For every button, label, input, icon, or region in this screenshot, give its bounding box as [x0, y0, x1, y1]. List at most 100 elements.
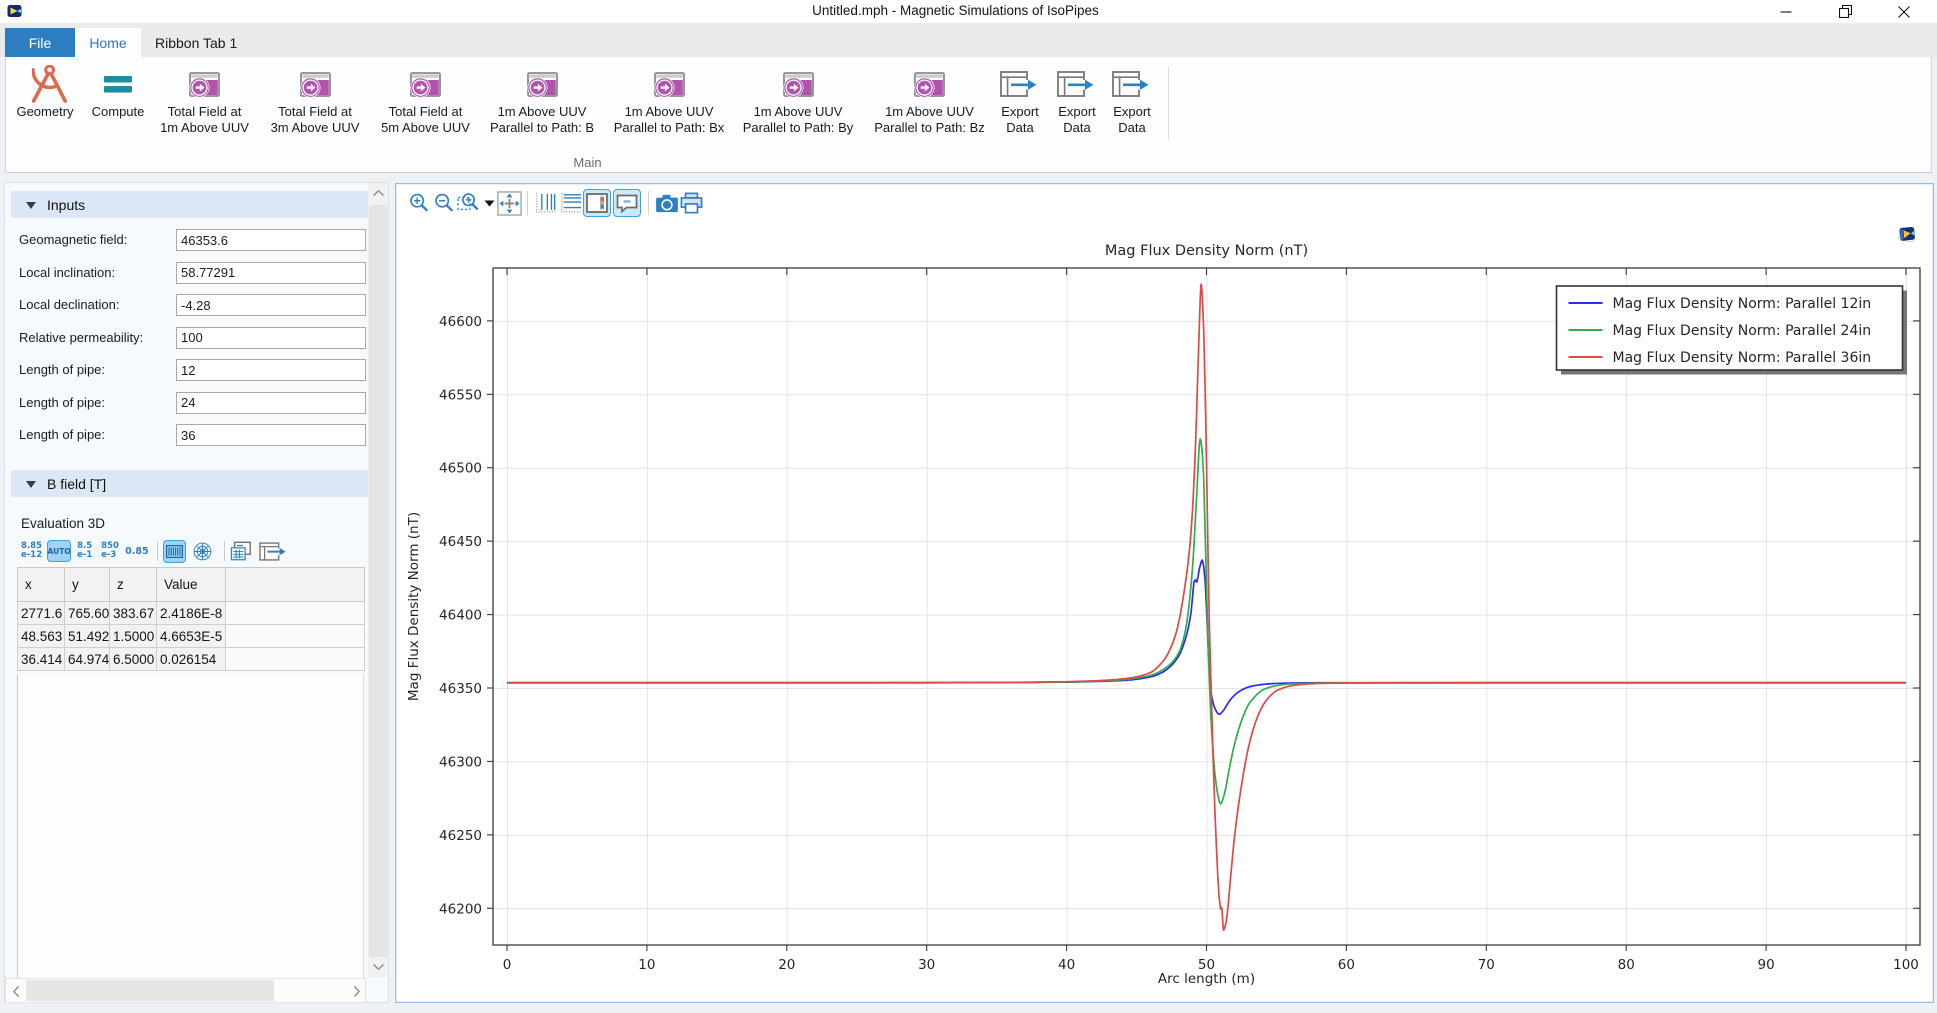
table-header-Value[interactable]: Value	[157, 568, 226, 602]
table-header-row: xyzValue	[18, 568, 365, 602]
evaluation-table: xyzValue 2771.6765.60383.672.4186E-848.5…	[17, 567, 365, 671]
field-input[interactable]	[176, 424, 366, 446]
zoom-extents-button[interactable]	[497, 189, 522, 217]
tab-home[interactable]: Home	[75, 28, 141, 57]
table-header-y[interactable]: y	[65, 568, 110, 602]
equals-icon	[103, 74, 133, 94]
chevron-down-icon	[373, 964, 384, 970]
table-cell	[226, 648, 365, 671]
precision-85e-1-button[interactable]: 8.5e-1	[77, 542, 96, 561]
table-cell: 36.414	[18, 648, 65, 671]
x-tick-label: 20	[778, 957, 795, 973]
collapse-triangle-icon	[26, 202, 36, 209]
zoom-out-button[interactable]	[431, 189, 456, 217]
plot-window-icon	[783, 72, 814, 97]
field-input[interactable]	[176, 294, 366, 316]
camera-icon	[655, 194, 679, 213]
legend-toggle-button[interactable]	[583, 189, 611, 217]
plot-window-icon	[410, 72, 441, 97]
table-row[interactable]: 2771.6765.60383.672.4186E-8	[18, 602, 365, 625]
scroll-right-arrow-icon[interactable]	[347, 979, 367, 1003]
table-row[interactable]: 36.41464.9746.50000.026154	[18, 648, 365, 671]
full-precision-button[interactable]	[163, 540, 186, 563]
export-data-icon	[1112, 71, 1152, 98]
button-label-line: Data	[1057, 120, 1207, 136]
x-tick-label: 60	[1338, 957, 1355, 973]
polar-grid-icon[interactable]	[193, 542, 212, 561]
toolbar-separator	[648, 191, 649, 215]
file-menu-button[interactable]: File	[5, 28, 75, 57]
print-button[interactable]	[679, 189, 704, 217]
dropdown-arrow-icon	[484, 200, 495, 207]
zoom-box-button[interactable]	[456, 189, 481, 217]
precision-850e-3-button[interactable]: 850e-3	[101, 542, 120, 561]
table-header-z[interactable]: z	[110, 568, 157, 602]
x-log-scale-button[interactable]	[533, 189, 558, 217]
button-label-line: Export	[1057, 104, 1207, 120]
scroll-up-arrow-icon[interactable]	[368, 183, 388, 203]
y-log-scale-button[interactable]	[558, 189, 583, 217]
copy-table-icon[interactable]	[230, 541, 252, 562]
table-row[interactable]: 48.56351.4921.50004.6653E-5	[18, 625, 365, 648]
scroll-down-arrow-icon[interactable]	[368, 957, 388, 977]
restore-button[interactable]	[1822, 0, 1868, 23]
field-input[interactable]	[176, 392, 366, 414]
y-tick-label: 46300	[439, 754, 482, 770]
field-label: Relative permeability:	[19, 330, 143, 345]
field-row: Relative permeability:	[5, 327, 390, 349]
y-tick-label: 46250	[439, 828, 482, 844]
y-tick-label: 46550	[439, 387, 482, 403]
close-button[interactable]	[1881, 0, 1927, 23]
inputs-section-header[interactable]: Inputs	[11, 191, 369, 218]
field-row: Length of pipe:	[5, 359, 390, 381]
field-input[interactable]	[176, 229, 366, 251]
tab-ribbon-tab-1[interactable]: Ribbon Tab 1	[141, 28, 251, 57]
legend-icon	[586, 193, 608, 213]
export-data-icon	[1057, 64, 1207, 104]
field-input[interactable]	[176, 359, 366, 381]
export-data-3-button[interactable]: ExportData	[1057, 57, 1207, 157]
field-input[interactable]	[176, 262, 366, 284]
export-table-icon[interactable]	[259, 542, 288, 561]
vertical-scrollbar-thumb[interactable]	[369, 205, 387, 957]
plot-window-icon	[300, 72, 331, 97]
button-label-line: Parallel to Path: Bx	[594, 120, 744, 136]
zoom-extents-icon	[497, 191, 522, 216]
x-tick-label: 10	[638, 957, 655, 973]
precision-085-button[interactable]: 0.85	[125, 546, 148, 557]
parallel-by-button[interactable]: 1m Above UUVParallel to Path: By	[723, 57, 873, 157]
x-axis-label: Arc length (m)	[1158, 971, 1255, 987]
export-data-3-label: ExportData	[1057, 104, 1207, 136]
legend-entry-label: Mag Flux Density Norm: Parallel 36in	[1613, 350, 1872, 366]
zoom-in-button[interactable]	[406, 189, 431, 217]
minimize-icon	[1780, 6, 1792, 18]
precision-auto-button[interactable]: AUTO	[47, 540, 71, 562]
table-header-extra[interactable]	[226, 568, 365, 602]
x-log-icon	[534, 192, 557, 214]
table-cell: 48.563	[18, 625, 65, 648]
chart-title: Mag Flux Density Norm (nT)	[1105, 243, 1308, 259]
plot-window-icon	[654, 72, 685, 97]
table-header-x[interactable]: x	[18, 568, 65, 602]
field-input[interactable]	[176, 327, 366, 349]
vertical-scrollbar[interactable]	[368, 183, 388, 977]
table-cell: 6.5000	[110, 648, 157, 671]
minimize-button[interactable]	[1763, 0, 1809, 23]
precision-885e-12-button[interactable]: 8.85e-12	[21, 542, 42, 561]
zoom-box-dropdown[interactable]	[481, 189, 497, 217]
field-label: Local inclination:	[19, 265, 115, 280]
horizontal-scrollbar[interactable]	[5, 978, 366, 1003]
scroll-left-arrow-icon[interactable]	[6, 979, 26, 1003]
parallel-by-label: 1m Above UUVParallel to Path: By	[723, 104, 873, 136]
table-cell: 51.492	[65, 625, 110, 648]
snapshot-button[interactable]	[654, 189, 679, 217]
horizontal-scrollbar-thumb[interactable]	[26, 980, 274, 1001]
table-body-area	[17, 674, 364, 978]
parallel-bx-button[interactable]: 1m Above UUVParallel to Path: Bx	[594, 57, 744, 157]
bfield-section-header[interactable]: B field [T]	[11, 470, 369, 497]
legend-entry-label: Mag Flux Density Norm: Parallel 12in	[1613, 296, 1872, 312]
bars-icon	[166, 545, 183, 558]
stack-line: e-12	[21, 551, 42, 561]
plot-window-icon	[723, 64, 873, 104]
tooltip-toggle-button[interactable]	[613, 189, 641, 217]
